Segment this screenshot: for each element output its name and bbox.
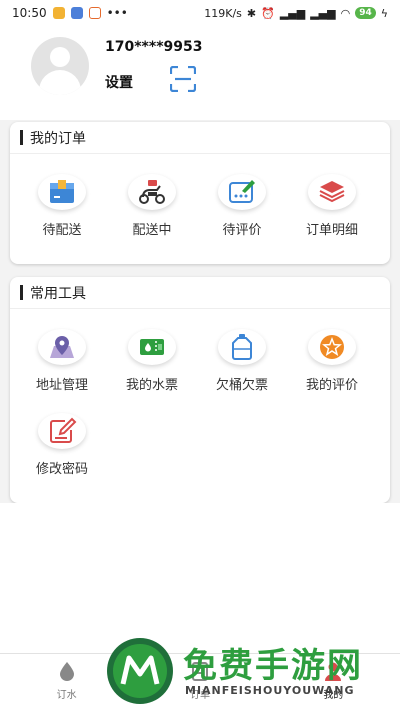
tool-label: 我的评价 [305,378,358,393]
map-pin-icon [50,336,74,358]
tool-my-reviews[interactable]: 我的评价 [287,309,377,393]
common-tools-header: 常用工具 [10,277,390,309]
my-orders-title: 我的订单 [30,130,86,147]
common-tools-card: 常用工具 地址管理 我的水票 欠桶欠票 我的评价 修改密码 [10,277,390,503]
battery-icon: 94 [355,7,376,19]
user-phone: 170****9953 [105,39,203,55]
scan-icon[interactable] [170,66,196,92]
profile-header: 170****9953 设置 [0,26,400,120]
content-background [0,503,400,653]
package-icon [50,180,74,203]
charging-icon: ϟ [380,6,388,20]
status-time: 10:50 [12,6,47,20]
scooter-icon [139,180,165,204]
water-ticket-icon [140,339,164,355]
watermark-subtitle: MIANFEISHOUYOUWANG [185,684,355,697]
tool-label: 欠桶欠票 [215,378,268,393]
edit-password-icon [50,417,77,443]
nav-label: 订水 [56,690,77,701]
alarm-icon: ⏰ [261,6,275,20]
tool-address-management[interactable]: 地址管理 [17,309,107,393]
common-tools-title: 常用工具 [30,285,86,302]
my-orders-card: 我的订单 待配送 配送中 待评价 订单明细 [10,122,390,264]
order-pending-review[interactable]: 待评价 [197,154,287,238]
tool-label: 地址管理 [35,378,88,393]
order-delivering[interactable]: 配送中 [107,154,197,238]
tool-water-tickets[interactable]: 我的水票 [107,309,197,393]
tool-bucket-debt[interactable]: 欠桶欠票 [197,309,287,393]
signal-icon: ▂▄▆ [279,6,306,20]
order-label: 待评价 [222,223,262,238]
water-drop-icon [59,662,74,681]
water-bucket-icon [232,334,252,360]
tool-label: 修改密码 [35,462,88,477]
order-details[interactable]: 订单明细 [287,154,377,238]
watermark-logo-icon [107,638,173,704]
notification-photo-icon [70,7,83,19]
status-bar: 10:50 ••• 119K/s ✱ ⏰ ▂▄▆ ▂▄▆ ◠ 94 ϟ [0,0,400,26]
notification-app-icon [52,7,65,19]
review-pen-icon [229,180,255,203]
tool-label: 我的水票 [125,378,178,393]
watermark: 免费手游网 MIANFEISHOUYOUWANG [105,636,395,711]
avatar[interactable] [31,37,89,95]
signal-2-icon: ▂▄▆ [310,6,336,20]
bluetooth-icon: ✱ [246,6,257,20]
network-speed: 119K/s [204,6,242,20]
stack-layers-icon [319,181,345,203]
status-more: ••• [106,6,128,20]
order-pending-delivery[interactable]: 待配送 [17,154,107,238]
order-label: 待配送 [42,223,82,238]
settings-button[interactable]: 设置 [105,72,133,92]
notification-mail-icon [88,7,101,19]
wifi-icon: ◠ [340,6,351,20]
tool-change-password[interactable]: 修改密码 [17,393,107,477]
order-label: 订单明细 [305,223,358,238]
star-icon [320,335,344,359]
my-orders-header: 我的订单 [10,122,390,154]
watermark-title: 免费手游网 [183,646,363,686]
order-label: 配送中 [132,223,172,238]
